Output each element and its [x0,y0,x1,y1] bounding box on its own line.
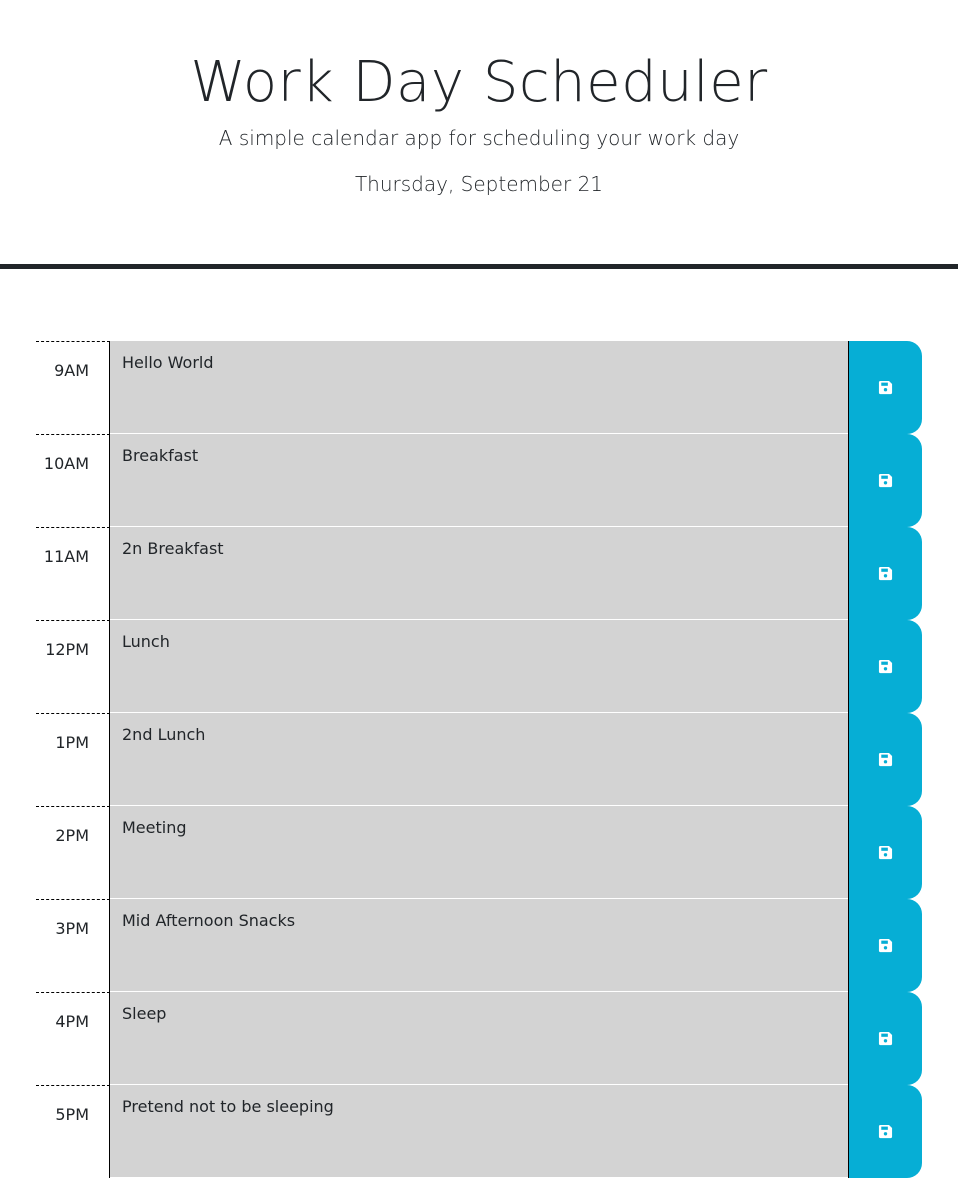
floppy-disk-icon [878,845,893,860]
time-block-11am: 11AM 2n Breakfast [36,527,922,620]
save-button[interactable] [848,992,922,1085]
hour-label: 11AM [36,527,110,620]
hour-label: 9AM [36,341,110,434]
time-block-5pm: 5PM Pretend not to be sleeping [36,1085,922,1178]
time-block-9am: 9AM Hello World [36,341,922,434]
floppy-disk-icon [878,1124,893,1139]
floppy-disk-icon [878,566,893,581]
save-button[interactable] [848,1085,922,1178]
description-input[interactable]: Meeting [110,806,848,899]
time-block-2pm: 2PM Meeting [36,806,922,899]
hour-label: 3PM [36,899,110,992]
time-block-4pm: 4PM Sleep [36,992,922,1085]
description-input[interactable]: Hello World [110,341,848,434]
hour-label: 12PM [36,620,110,713]
hour-label: 5PM [36,1085,110,1178]
description-input[interactable]: Sleep [110,992,848,1085]
save-button[interactable] [848,341,922,434]
time-block-1pm: 1PM 2nd Lunch [36,713,922,806]
time-block-10am: 10AM Breakfast [36,434,922,527]
save-button[interactable] [848,899,922,992]
description-input[interactable]: 2n Breakfast [110,527,848,620]
schedule-container: 9AM Hello World 10AM Breakfast 11AM 2n B… [36,341,922,1178]
current-day: Thursday, September 21 [354,172,604,196]
hour-label: 10AM [36,434,110,527]
floppy-disk-icon [878,380,893,395]
floppy-disk-icon [878,938,893,953]
description-input[interactable]: 2nd Lunch [110,713,848,806]
save-button[interactable] [848,713,922,806]
page-title: Work Day Scheduler [190,50,768,115]
floppy-disk-icon [878,659,893,674]
header: Work Day Scheduler A simple calendar app… [0,0,958,269]
page-subtitle: A simple calendar app for scheduling you… [218,126,740,150]
hour-label: 1PM [36,713,110,806]
floppy-disk-icon [878,1031,893,1046]
description-input[interactable]: Lunch [110,620,848,713]
description-input[interactable]: Mid Afternoon Snacks [110,899,848,992]
save-button[interactable] [848,806,922,899]
description-input[interactable]: Breakfast [110,434,848,527]
floppy-disk-icon [878,752,893,767]
save-button[interactable] [848,434,922,527]
save-button[interactable] [848,527,922,620]
time-block-12pm: 12PM Lunch [36,620,922,713]
save-button[interactable] [848,620,922,713]
description-input[interactable]: Pretend not to be sleeping [110,1085,848,1178]
time-block-3pm: 3PM Mid Afternoon Snacks [36,899,922,992]
floppy-disk-icon [878,473,893,488]
hour-label: 2PM [36,806,110,899]
hour-label: 4PM [36,992,110,1085]
